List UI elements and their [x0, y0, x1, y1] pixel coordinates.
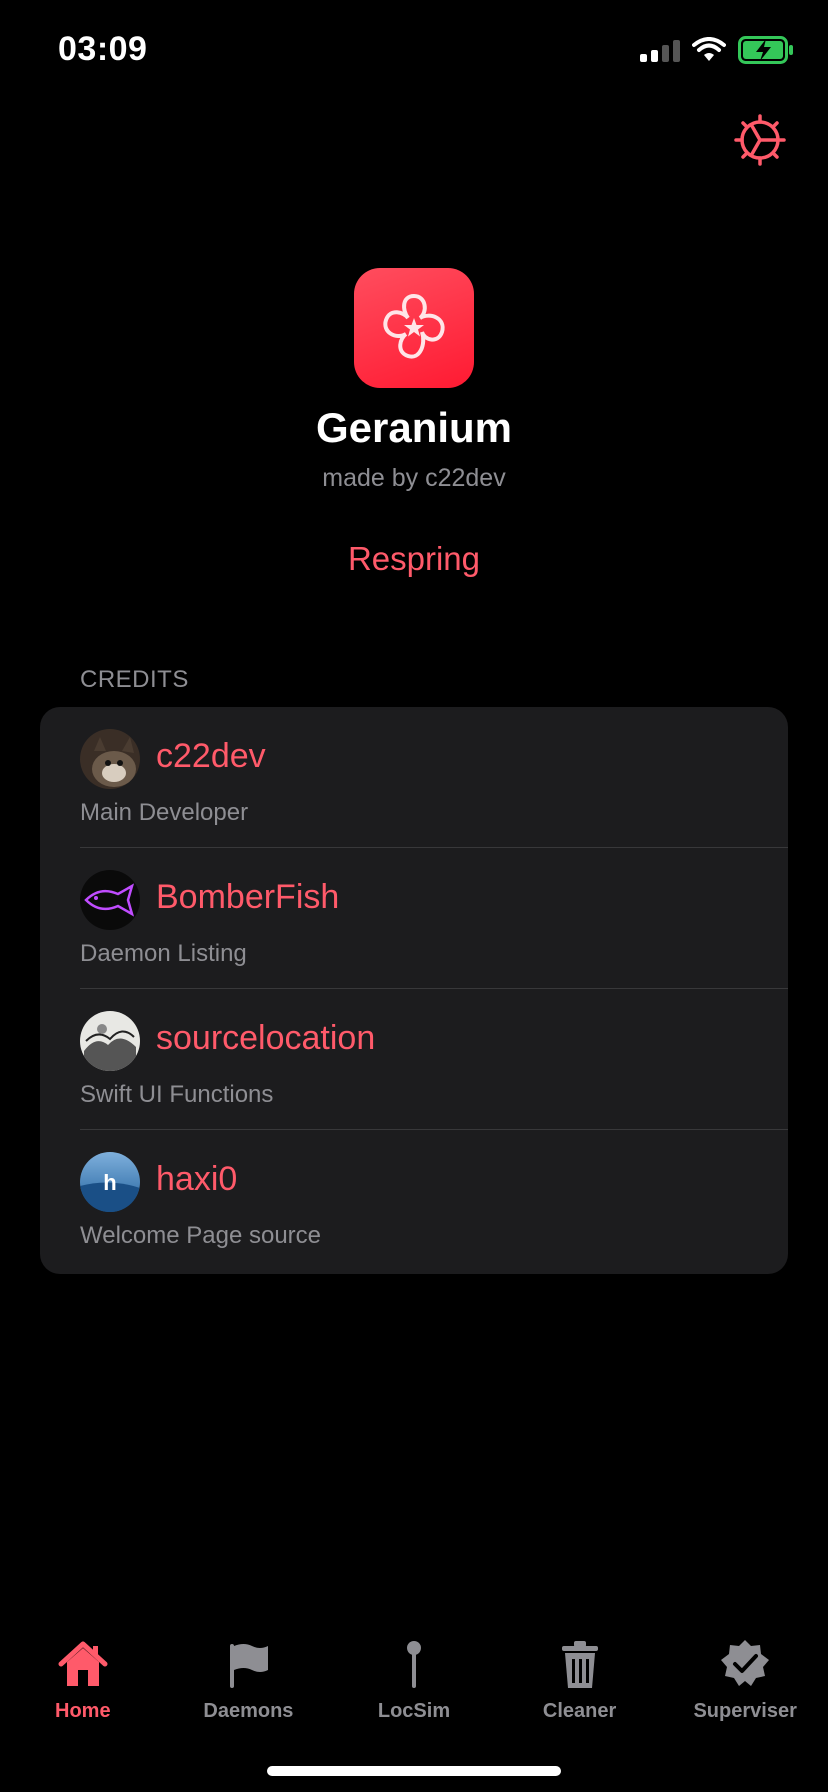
credit-name: sourcelocation — [156, 1019, 376, 1057]
flag-icon — [230, 1644, 269, 1688]
credit-role: Main Developer — [80, 799, 249, 826]
home-indicator[interactable] — [267, 1766, 561, 1776]
wifi-icon — [692, 37, 726, 61]
tab-label: Daemons — [203, 1700, 294, 1722]
credit-row-c22dev[interactable]: c22dev Main Developer — [40, 707, 788, 848]
status-icons — [640, 36, 794, 64]
tab-bar: Home Daemons LocSim Cleaner Superviser — [0, 1620, 828, 1730]
credit-role: Swift UI Functions — [80, 1081, 274, 1108]
trash-icon — [561, 1641, 598, 1688]
credit-row-haxi0[interactable]: h haxi0 Welcome Page source — [40, 1130, 788, 1271]
settings-button[interactable] — [732, 112, 788, 168]
tab-label: LocSim — [377, 1700, 451, 1722]
avatar-haxi0: h — [80, 1152, 140, 1212]
tab-superviser[interactable]: Superviser — [662, 1620, 828, 1730]
credit-role: Welcome Page source — [80, 1222, 322, 1249]
credits-section-header: CREDITS — [80, 666, 189, 693]
tab-locsim[interactable]: LocSim — [331, 1620, 497, 1730]
credit-row-bomberfish[interactable]: BomberFish Daemon Listing — [40, 848, 788, 989]
credit-name: haxi0 — [156, 1160, 238, 1198]
gear-icon — [734, 114, 786, 166]
credit-name: c22dev — [156, 737, 266, 775]
avatar-sourcelocation — [80, 1011, 140, 1071]
checkmark-seal-icon — [721, 1640, 770, 1686]
pin-icon — [406, 1641, 421, 1688]
status-bar: 03:09 — [0, 0, 828, 100]
credit-name: BomberFish — [156, 878, 340, 916]
tab-cleaner[interactable]: Cleaner — [497, 1620, 663, 1730]
credit-row-sourcelocation[interactable]: sourcelocation Swift UI Functions — [40, 989, 788, 1130]
avatar-c22dev — [80, 729, 140, 789]
tab-label: Home — [55, 1700, 111, 1722]
credits-list: c22dev Main Developer BomberFish Daemon … — [40, 707, 788, 1274]
cellular-signal-icon — [640, 38, 680, 62]
status-time: 03:09 — [58, 30, 148, 68]
svg-text:h: h — [103, 1170, 116, 1195]
avatar-bomberfish — [80, 870, 140, 930]
app-icon — [354, 268, 474, 388]
flower-icon — [383, 293, 445, 359]
tab-label: Superviser — [693, 1700, 797, 1722]
tab-home[interactable]: Home — [0, 1620, 166, 1730]
battery-charging-icon — [738, 36, 793, 64]
app-title: Geranium — [315, 404, 513, 451]
respring-button[interactable]: Respring — [0, 540, 828, 578]
house-icon — [58, 1641, 108, 1686]
tab-daemons[interactable]: Daemons — [166, 1620, 332, 1730]
app-subtitle: made by c22dev — [322, 464, 506, 492]
tab-label: Cleaner — [542, 1700, 617, 1722]
credit-role: Daemon Listing — [80, 940, 247, 967]
